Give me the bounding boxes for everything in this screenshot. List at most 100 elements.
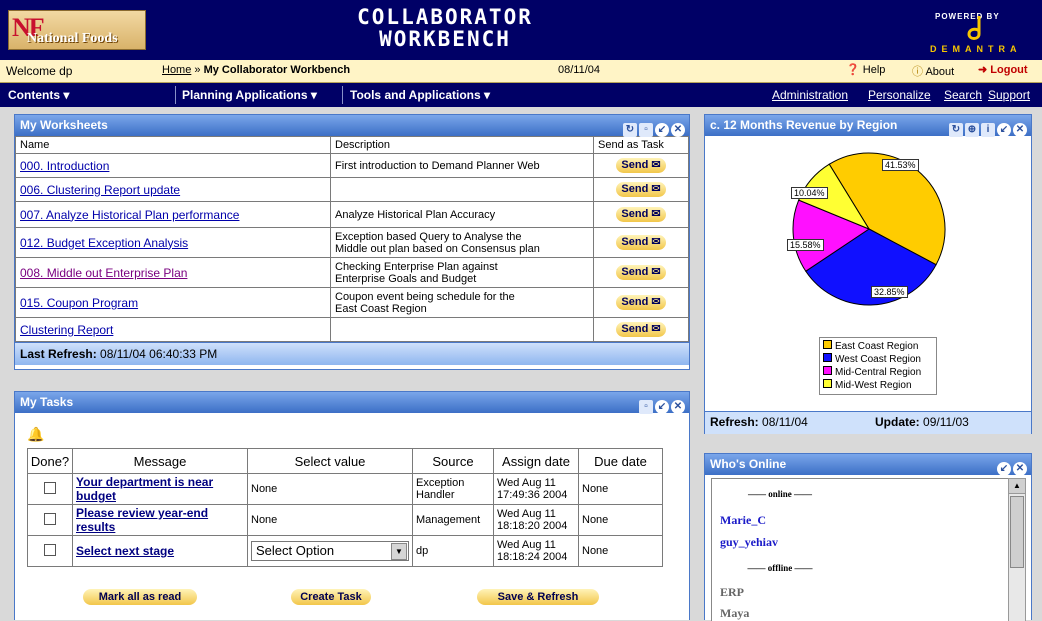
breadcrumb-current: My Collaborator Workbench (203, 64, 351, 76)
logout-label: Logout (990, 64, 1028, 76)
worksheet-desc: East Coast Region (335, 302, 427, 315)
source-line: dp (416, 545, 429, 557)
about-link[interactable]: ⓘ About (912, 63, 954, 79)
col-done: Done? (27, 448, 73, 474)
close-icon[interactable]: ✕ (1013, 123, 1027, 137)
user-item[interactable]: Marie_C (720, 513, 766, 528)
send-button[interactable]: Send ✉ (616, 182, 666, 197)
close-icon[interactable]: ✕ (1013, 462, 1027, 476)
assign-line: 18:18:24 2004 (497, 551, 568, 563)
user-item[interactable]: ERP (720, 585, 744, 600)
worksheet-desc-cell (330, 317, 594, 342)
task-message-link[interactable]: Your department is near budget (76, 475, 213, 503)
online-titlebar: Who's Online ↙ ✕ (705, 454, 1031, 476)
send-cell: Send ✉ (593, 257, 689, 288)
breadcrumb-home[interactable]: Home (162, 64, 191, 76)
menu-tools-applications[interactable]: Tools and Applications ▾ (350, 88, 490, 102)
create-task-button[interactable]: Create Task (291, 589, 371, 605)
worksheet-desc: Middle out plan based on Consensus plan (335, 242, 540, 255)
slice-label: 32.85% (871, 286, 908, 298)
link-search[interactable]: Search (944, 88, 982, 102)
worksheet-link[interactable]: 015. Coupon Program (20, 296, 138, 310)
select-option-dropdown[interactable]: Select Option ▼ (251, 541, 409, 561)
refresh-value: 08/11/04 06:40:33 PM (100, 347, 218, 361)
info-icon[interactable]: i (981, 123, 995, 137)
minimize-icon[interactable]: ↙ (997, 462, 1011, 476)
table-header: Done? Message Select value Source Assign… (27, 448, 663, 474)
menu-divider (342, 86, 343, 104)
worksheet-desc-cell: First introduction to Demand Planner Web (330, 153, 594, 178)
close-icon[interactable]: ✕ (671, 123, 685, 137)
task-message-line: budget (76, 489, 116, 503)
send-label: Send (621, 159, 649, 171)
worksheet-link[interactable]: 007. Analyze Historical Plan performance (20, 208, 239, 222)
legend-swatch (823, 353, 832, 362)
worksheet-name-cell: 000. Introduction (15, 153, 331, 178)
col-message: Message (72, 448, 248, 474)
send-button[interactable]: Send ✉ (616, 158, 666, 173)
col-due-date: Due date (578, 448, 663, 474)
worksheet-desc: Analyze Historical Plan Accuracy (335, 208, 496, 221)
assign-cell: Wed Aug 11 17:49:36 2004 (493, 473, 579, 505)
menu-planning-applications[interactable]: Planning Applications ▾ (182, 88, 317, 102)
mail-icon: ✉ (651, 296, 661, 308)
worksheet-link[interactable]: Clustering Report (20, 323, 113, 337)
window-icon[interactable]: ▫ (639, 400, 653, 414)
mark-all-read-button[interactable]: Mark all as read (83, 589, 197, 605)
save-refresh-button[interactable]: Save & Refresh (477, 589, 599, 605)
scroll-thumb[interactable] (1010, 496, 1024, 568)
done-checkbox[interactable] (44, 481, 56, 494)
done-checkbox[interactable] (44, 543, 56, 556)
logout-link[interactable]: ➜ Logout (978, 63, 1028, 76)
worksheet-link[interactable]: 006. Clustering Report update (20, 183, 180, 197)
refresh-icon[interactable]: ↻ (949, 123, 963, 137)
close-icon[interactable]: ✕ (671, 400, 685, 414)
demantra-brand: DEMANTRA (930, 44, 1022, 54)
assign-cell: Wed Aug 11 18:18:20 2004 (493, 504, 579, 536)
chevron-down-icon: ▾ (310, 88, 317, 102)
link-support[interactable]: Support (988, 88, 1030, 102)
table-row: 006. Clustering Report update Send ✉ (15, 177, 689, 202)
minimize-icon[interactable]: ↙ (655, 123, 669, 137)
worksheets-refresh-bar: Last Refresh: 08/11/04 06:40:33 PM (15, 342, 689, 365)
bell-icon[interactable]: 🔔 (27, 426, 44, 443)
online-scrollbar[interactable]: ▲ (1008, 478, 1026, 621)
col-source: Source (412, 448, 494, 474)
minimize-icon[interactable]: ↙ (655, 400, 669, 414)
window-icon[interactable]: ▫ (639, 123, 653, 137)
send-button[interactable]: Send ✉ (616, 265, 666, 280)
task-message-line: results (76, 520, 116, 534)
help-link[interactable]: ❓ Help (846, 63, 885, 76)
slice-label: 10.04% (791, 187, 828, 199)
send-button[interactable]: Send ✉ (616, 207, 666, 222)
legend-item: West Coast Region (823, 353, 933, 366)
scroll-up-icon[interactable]: ▲ (1009, 479, 1025, 494)
menu-contents[interactable]: Contents ▾ (8, 88, 69, 102)
worksheet-link[interactable]: 000. Introduction (20, 159, 109, 173)
zoom-icon[interactable]: ⊕ (965, 123, 979, 137)
about-label: About (925, 66, 955, 78)
app-title-line2: WORKBENCH (379, 27, 511, 51)
logout-icon: ➜ (978, 64, 988, 76)
table-row: 007. Analyze Historical Plan performance… (15, 201, 689, 228)
link-administration[interactable]: Administration (772, 88, 848, 102)
worksheet-desc: Checking Enterprise Plan against (335, 260, 498, 273)
send-button[interactable]: Send ✉ (616, 235, 666, 250)
legend-label: Mid-Central Region (835, 367, 922, 378)
task-message-link[interactable]: Select next stage (76, 544, 174, 558)
value-cell: None (247, 473, 413, 505)
mail-icon: ✉ (651, 236, 661, 248)
refresh-icon[interactable]: ↻ (623, 123, 637, 137)
user-item[interactable]: guy_yehiav (720, 535, 778, 550)
table-row: Select next stage Select Option ▼ dp Wed … (27, 535, 663, 567)
task-message-link[interactable]: Please review year-end results (76, 506, 208, 534)
done-checkbox[interactable] (44, 512, 56, 525)
minimize-icon[interactable]: ↙ (997, 123, 1011, 137)
send-button[interactable]: Send ✉ (616, 295, 666, 310)
worksheet-link[interactable]: 012. Budget Exception Analysis (20, 236, 188, 250)
message-cell: Your department is near budget (72, 473, 248, 505)
link-personalize[interactable]: Personalize (868, 88, 931, 102)
send-button[interactable]: Send ✉ (616, 322, 666, 337)
worksheet-link[interactable]: 008. Middle out Enterprise Plan (20, 266, 187, 280)
worksheet-desc-cell: Exception based Query to Analyse the Midd… (330, 227, 594, 258)
